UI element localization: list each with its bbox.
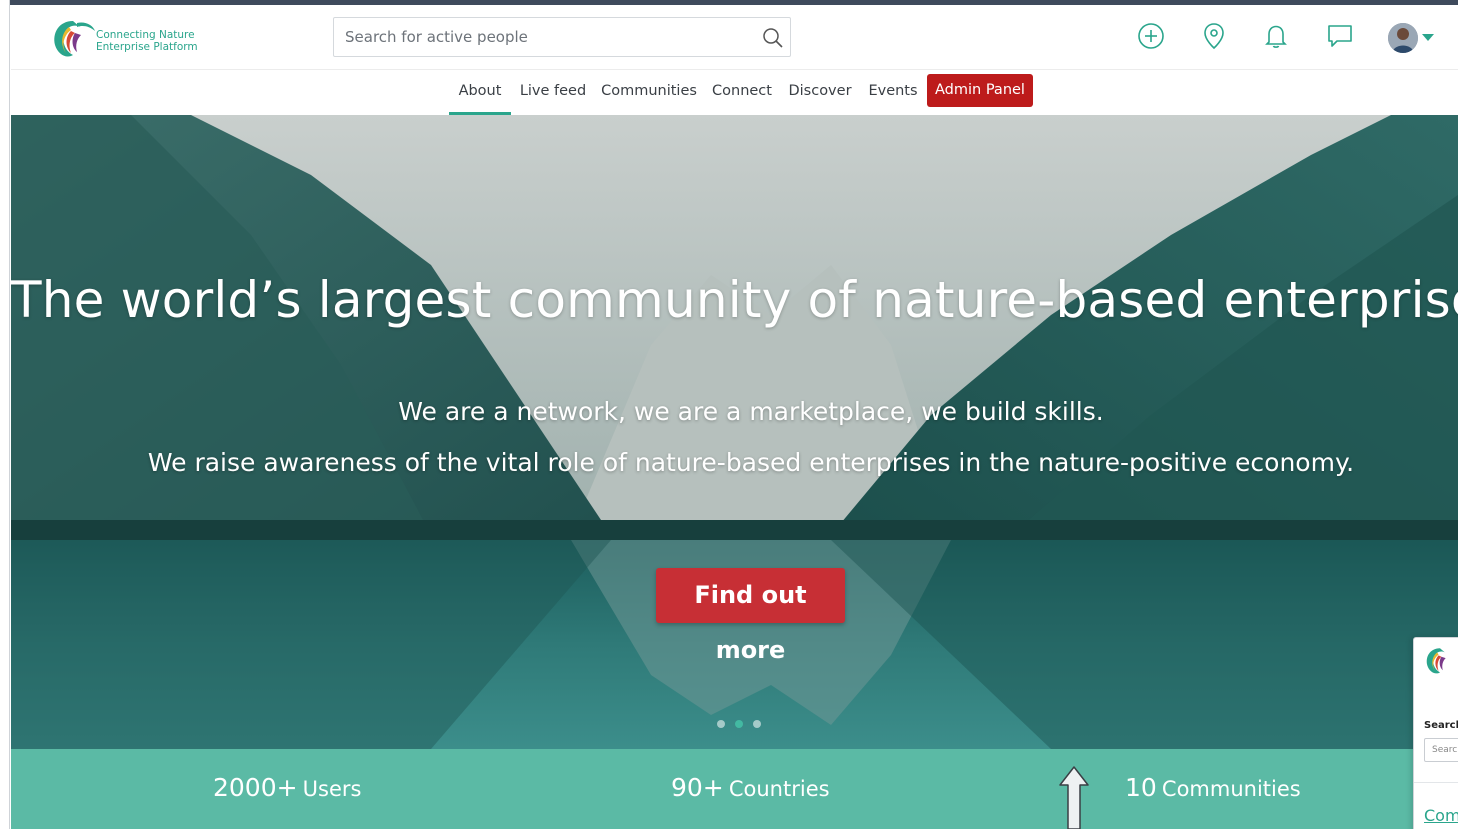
location-pin-icon[interactable] [1199, 21, 1229, 51]
carousel-dot-1[interactable] [717, 720, 725, 728]
popup-logo-icon [1426, 648, 1446, 674]
find-out-more-button[interactable]: Find out more [656, 568, 845, 664]
nav-connect[interactable]: Connect [709, 70, 775, 114]
stat-communities-number: 10 [1125, 773, 1157, 802]
main-nav: About Live feed Communities Connect Disc… [11, 70, 1458, 116]
hero-tagline-2: We raise awareness of the vital role of … [147, 448, 1355, 477]
nav-about[interactable]: About [449, 70, 511, 115]
popup-divider [1414, 782, 1458, 783]
stat-countries-label: Countries [728, 777, 830, 801]
carousel-dot-3[interactable] [753, 720, 761, 728]
popup-communities-link[interactable]: Com [1424, 806, 1458, 825]
window-left-border [0, 0, 10, 829]
admin-panel-button[interactable]: Admin Panel [927, 74, 1033, 107]
stat-users: 2000+ Users [213, 773, 361, 802]
stat-countries: 90+ Countries [671, 773, 830, 802]
stat-communities: 10 Communities [1125, 773, 1301, 802]
site-header: Connecting Nature Enterprise Platform [11, 5, 1458, 70]
search-input[interactable] [334, 18, 765, 56]
logo-text: Connecting Nature Enterprise Platform [96, 29, 198, 53]
stats-bar: 2000+ Users 90+ Countries 10 Communities [11, 749, 1458, 829]
search-box [333, 17, 791, 57]
hero-banner: The world’s largest community of nature-… [11, 115, 1458, 749]
chat-icon[interactable] [1325, 21, 1355, 51]
nav-events[interactable]: Events [865, 70, 921, 114]
avatar[interactable] [1388, 23, 1418, 53]
hero-title: The world’s largest community of nature-… [11, 271, 1458, 329]
stat-countries-number: 90+ [671, 773, 724, 802]
logo-line-2: Enterprise Platform [96, 41, 198, 53]
side-popup-panel: Search f Searc Com [1413, 637, 1458, 829]
stat-users-number: 2000+ [213, 773, 298, 802]
nav-live-feed[interactable]: Live feed [519, 70, 587, 114]
search-icon[interactable] [762, 27, 784, 49]
page: Connecting Nature Enterprise Platform Se… [11, 5, 1458, 829]
popup-search-input[interactable]: Searc [1424, 738, 1458, 762]
carousel-dot-2[interactable] [735, 720, 743, 728]
up-arrow-icon [1059, 766, 1089, 829]
user-avatar-icon [1388, 23, 1418, 53]
hero-tagline-1: We are a network, we are a marketplace, … [398, 397, 1104, 426]
logo-mark-icon [54, 21, 95, 57]
caret-down-icon[interactable] [1422, 34, 1434, 41]
logo-line-1: Connecting Nature [96, 29, 195, 41]
add-icon[interactable] [1136, 21, 1166, 51]
stat-communities-label: Communities [1161, 777, 1301, 801]
nav-discover[interactable]: Discover [785, 70, 855, 114]
bell-icon[interactable] [1261, 21, 1291, 51]
site-logo[interactable]: Connecting Nature Enterprise Platform [49, 15, 199, 63]
stat-users-label: Users [302, 777, 362, 801]
popup-search-label: Search f [1424, 720, 1458, 731]
nav-communities[interactable]: Communities [599, 70, 699, 114]
